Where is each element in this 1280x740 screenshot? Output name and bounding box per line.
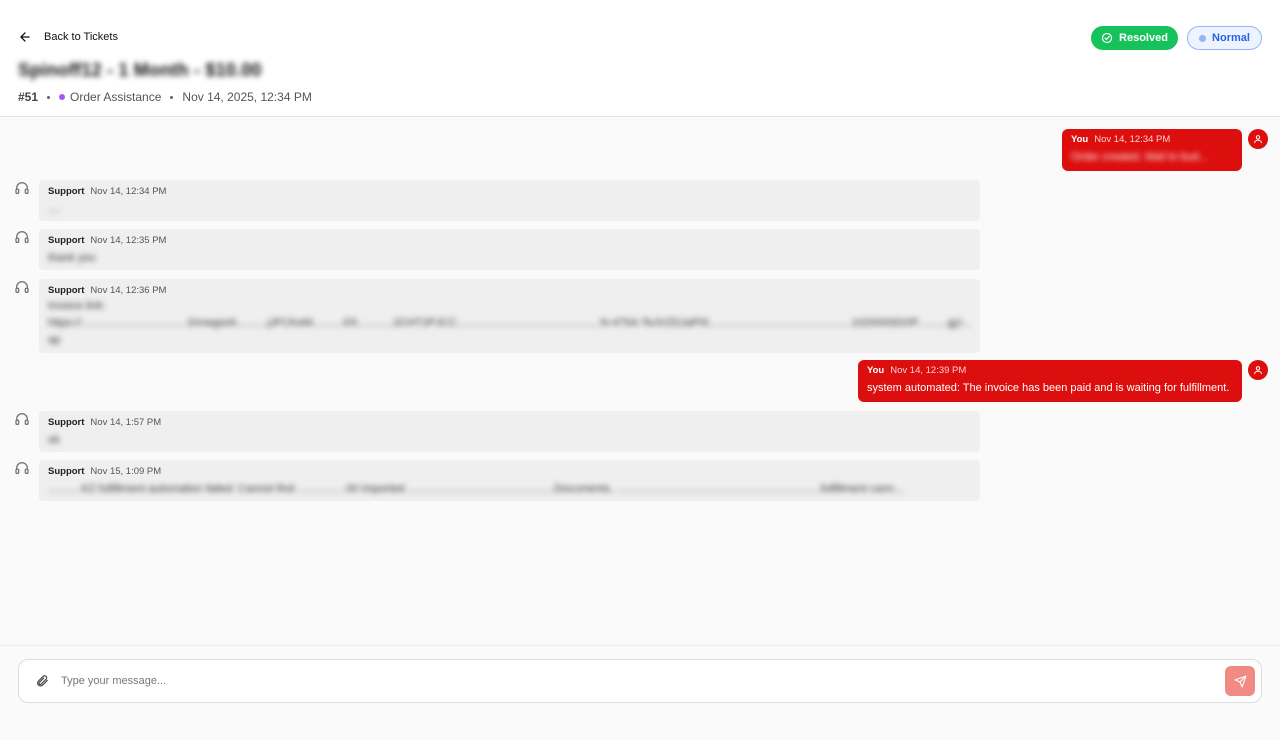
support-message-bubble: Support Nov 14, 12:36 PM Invoice link: h…: [39, 279, 980, 353]
message-text: Order created. Mail to bud...: [1071, 151, 1208, 163]
message-text: ...........KZ fulfillment automation fai…: [48, 483, 904, 495]
support-message-bubble: Support Nov 14, 12:35 PM thank you: [39, 229, 980, 270]
message-author: You: [867, 365, 885, 376]
ticket-category: Order Assistance: [70, 90, 162, 104]
headset-icon: [15, 281, 29, 293]
invoice-link[interactable]: https://................................…: [48, 315, 971, 349]
message-header: Support Nov 15, 1:09 PM: [48, 466, 971, 477]
user-icon: [1254, 366, 1262, 375]
message-time: Nov 14, 1:57 PM: [90, 417, 162, 428]
send-icon: [1234, 675, 1246, 687]
composer-box: [18, 659, 1262, 703]
headset-icon: [15, 462, 29, 474]
send-button[interactable]: [1225, 666, 1255, 696]
back-label: Back to Tickets: [44, 31, 118, 43]
status-resolved-button[interactable]: Resolved: [1091, 26, 1178, 50]
message-input[interactable]: [61, 670, 1211, 692]
priority-normal-button[interactable]: Normal: [1187, 26, 1262, 50]
message-time: Nov 14, 12:34 PM: [90, 186, 167, 197]
meta-separator: [47, 95, 51, 99]
message-header: Support Nov 14, 12:36 PM: [48, 285, 971, 296]
support-message-bubble: Support Nov 14, 12:34 PM ....: [39, 180, 980, 221]
headset-icon: [15, 413, 29, 425]
message-time: Nov 14, 12:36 PM: [90, 285, 167, 296]
message-text: thank you: [48, 252, 96, 264]
user-icon: [1254, 135, 1262, 144]
support-message-bubble: Support Nov 15, 1:09 PM ...........KZ fu…: [39, 460, 980, 501]
user-message-bubble: You Nov 14, 12:34 PM Order created. Mail…: [1062, 129, 1242, 171]
headset-icon: [15, 182, 29, 194]
message-header: You Nov 14, 12:39 PM: [867, 365, 1233, 376]
message-time: Nov 15, 1:09 PM: [90, 466, 162, 477]
paperclip-icon[interactable]: [35, 674, 49, 688]
message-thread: You Nov 14, 12:34 PM Order created. Mail…: [0, 118, 1280, 645]
message-text: ok: [48, 434, 60, 446]
ticket-header: Back to Tickets Spinoff12 - 1 Month - $1…: [0, 0, 1280, 117]
category-dot: [59, 94, 66, 100]
message-time: Nov 14, 12:39 PM: [890, 365, 967, 376]
priority-dot: [1199, 34, 1207, 42]
support-message-bubble: Support Nov 14, 1:57 PM ok: [39, 411, 980, 452]
message-author: Support: [48, 417, 85, 428]
ticket-created-date: Nov 14, 2025, 12:34 PM: [182, 90, 312, 104]
message-text: ....: [48, 203, 61, 215]
message-author: Support: [48, 285, 85, 296]
message-header: Support Nov 14, 12:34 PM: [48, 186, 971, 197]
message-header: You Nov 14, 12:34 PM: [1071, 134, 1233, 145]
headset-icon: [15, 231, 29, 243]
message-author: Support: [48, 466, 85, 477]
check-circle-icon: [1101, 32, 1113, 44]
message-text: system automated: The invoice has been p…: [867, 382, 1230, 394]
back-to-tickets-link[interactable]: Back to Tickets: [18, 30, 118, 44]
message-composer: [0, 645, 1280, 740]
message-text: Invoice link:: [48, 300, 106, 312]
message-author: You: [1071, 134, 1089, 145]
ticket-meta: #51 Order Assistance Nov 14, 2025, 12:34…: [18, 90, 312, 104]
message-author: Support: [48, 235, 85, 246]
message-header: Support Nov 14, 1:57 PM: [48, 417, 971, 428]
priority-label: Normal: [1212, 32, 1250, 44]
user-message-bubble: You Nov 14, 12:39 PM system automated: T…: [858, 360, 1242, 402]
ticket-number: #51: [18, 90, 39, 104]
arrow-left-icon: [20, 32, 30, 42]
message-time: Nov 14, 12:35 PM: [90, 235, 167, 246]
message-time: Nov 14, 12:34 PM: [1094, 134, 1171, 145]
meta-separator: [170, 95, 174, 99]
status-label: Resolved: [1119, 32, 1168, 44]
user-avatar: [1248, 129, 1268, 149]
message-author: Support: [48, 186, 85, 197]
user-avatar: [1248, 360, 1268, 380]
ticket-title: Spinoff12 - 1 Month - $10.00: [18, 60, 262, 80]
message-header: Support Nov 14, 12:35 PM: [48, 235, 971, 246]
